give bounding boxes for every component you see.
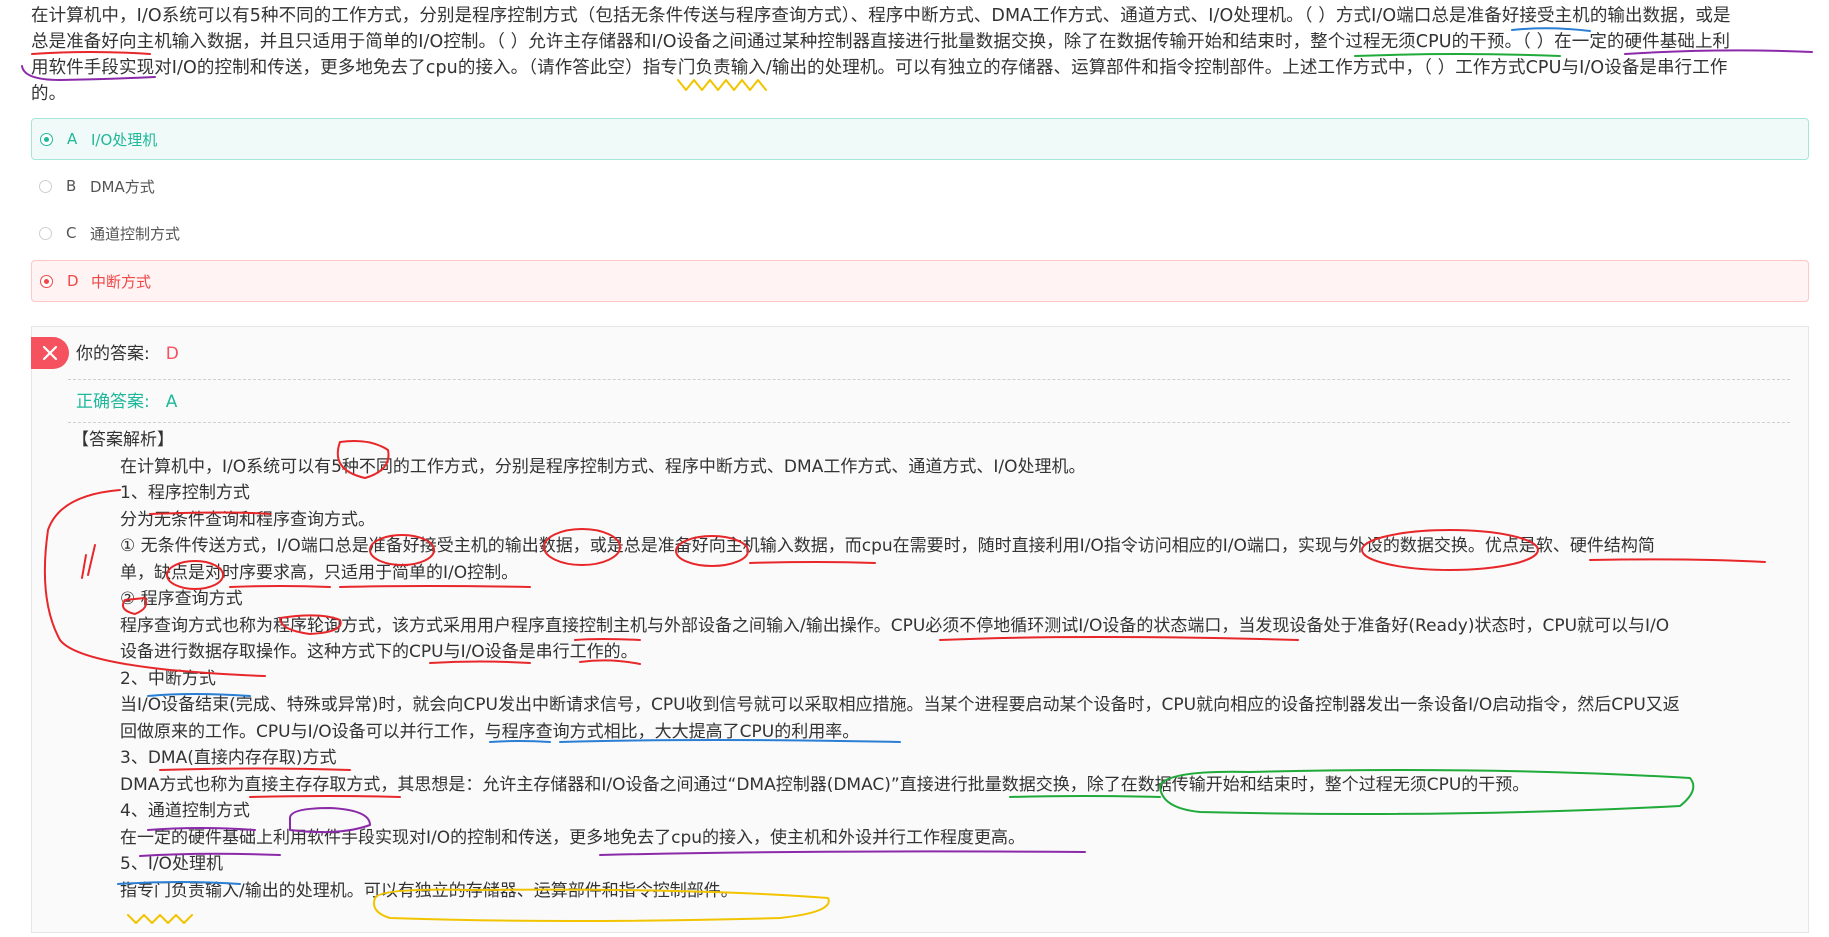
explanation-line: 单，缺点是对时序要求高，只适用于简单的I/O控制。: [120, 562, 519, 583]
your-answer-value: D: [165, 344, 179, 364]
question-line: 在计算机中，I/O系统可以有5种不同的工作方式，分别是程序控制方式（包括无条件传…: [31, 6, 1731, 26]
option-label: I/O处理机: [91, 130, 158, 149]
explanation-line: 分为无条件查询和程序查询方式。: [120, 509, 375, 530]
option-a[interactable]: A I/O处理机: [31, 118, 1809, 160]
close-icon: [31, 337, 69, 369]
option-letter: A: [67, 130, 78, 148]
option-d[interactable]: D 中断方式: [31, 260, 1809, 302]
section-heading: 1、程序控制方式: [120, 483, 250, 503]
section-heading: 4、通道控制方式: [120, 801, 250, 821]
explanation-line: 当I/O设备结束(完成、特殊或异常)时，就会向CPU发出中断请求信号，CPU收到…: [120, 695, 1680, 715]
section-heading: 5、I/O处理机: [120, 854, 223, 874]
explanation: 【答案解析】 在计算机中，I/O系统可以有5种不同的工作方式，分别是程序控制方式…: [72, 427, 1792, 904]
your-answer-label: 你的答案:: [76, 344, 150, 364]
divider: [68, 422, 1790, 423]
radio-icon[interactable]: [39, 179, 52, 193]
question-line: 用软件手段实现对I/O的控制和传送，更多地免去了cpu的接入。（请作答此空）指专…: [31, 58, 1728, 78]
explanation-line: 在计算机中，I/O系统可以有5种不同的工作方式，分别是程序控制方式、程序中断方式…: [120, 456, 1086, 477]
explanation-line: 指专门负责输入/输出的处理机。可以有独立的存储器、运算部件和指令控制部件。: [120, 880, 738, 901]
radio-selected-icon[interactable]: [40, 274, 53, 288]
divider: [68, 379, 1790, 380]
your-answer-row: 你的答案: D: [76, 339, 179, 364]
correct-answer-value: A: [165, 392, 178, 412]
option-letter: D: [67, 272, 79, 290]
correct-answer-row: 正确答案: A: [76, 387, 177, 412]
explanation-heading: 【答案解析】: [72, 430, 174, 450]
option-letter: B: [66, 177, 77, 195]
correct-answer-label: 正确答案:: [76, 392, 150, 412]
radio-icon[interactable]: [39, 226, 52, 240]
question-line: 的。: [31, 84, 67, 104]
answer-panel: 你的答案: D 正确答案: A 【答案解析】 在计算机中，I/O系统可以有5种不同的…: [31, 326, 1809, 933]
section-heading: 3、DMA(直接内存存取)方式: [120, 748, 337, 768]
option-label: 通道控制方式: [90, 224, 181, 243]
radio-selected-icon[interactable]: [40, 132, 53, 146]
explanation-line: 回做原来的工作。CPU与I/O设备可以并行工作，与程序查询方式相比，大大提高了C…: [120, 721, 860, 742]
explanation-line: 设备进行数据存取操作。这种方式下的CPU与I/O设备是串行工作的。: [120, 642, 638, 662]
explanation-line: 程序查询方式也称为程序轮询方式，该方式采用用户程序直接控制主机与外部设备之间输入…: [120, 615, 1670, 636]
option-label: 中断方式: [91, 272, 152, 291]
section-heading: ② 程序查询方式: [120, 589, 243, 609]
option-c[interactable]: C 通道控制方式: [31, 212, 1809, 254]
explanation-line: 在一定的硬件基础上利用软件手段实现对I/O的控制和传送，更多地免去了cpu的接入…: [120, 827, 1026, 848]
question-text: 在计算机中，I/O系统可以有5种不同的工作方式，分别是程序控制方式（包括无条件传…: [31, 3, 1811, 107]
question-line: 总是准备好向主机输入数据，并且只适用于简单的I/O控制。（ ）允许主存储器和I/…: [31, 32, 1731, 52]
explanation-line: ① 无条件传送方式，I/O端口总是准备好接受主机的输出数据，或是总是准备好向主机…: [120, 536, 1655, 556]
section-heading: 2、中断方式: [120, 668, 216, 689]
option-label: DMA方式: [90, 177, 155, 196]
explanation-line: DMA方式也称为直接主存存取方式，其思想是：允许主存储器和I/O设备之间通过“D…: [120, 774, 1530, 795]
option-letter: C: [66, 224, 77, 242]
option-b[interactable]: B DMA方式: [31, 165, 1809, 207]
